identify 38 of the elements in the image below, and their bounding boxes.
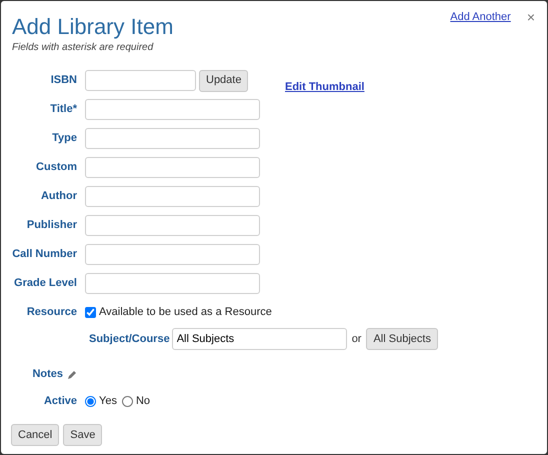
radio-label: Yes (99, 394, 117, 410)
radio-button[interactable] (122, 396, 133, 407)
radio-label: No (136, 394, 150, 410)
text-field[interactable] (85, 244, 260, 265)
pencil-icon[interactable] (67, 370, 77, 380)
field-label: Author (40, 189, 77, 204)
resource-checkbox[interactable] (85, 307, 96, 318)
all-subjects-button[interactable]: All Subjects (366, 328, 438, 350)
field-label: Resource (26, 305, 77, 320)
field-label: Title* (49, 102, 77, 118)
text-field[interactable] (85, 128, 260, 149)
action-button[interactable]: Cancel (11, 424, 60, 446)
or-text: or (352, 332, 362, 347)
close-button[interactable]: × (526, 10, 535, 24)
edit-thumbnail-link[interactable]: Edit Thumbnail (285, 79, 364, 96)
text-field[interactable] (85, 99, 260, 120)
field-label: Publisher (26, 218, 77, 234)
field-label: Active (42, 394, 77, 410)
action-button[interactable]: Save (63, 424, 102, 446)
field-label: Custom (35, 160, 77, 176)
update-button[interactable]: Update (199, 70, 248, 92)
subject-field[interactable]: All Subjects (172, 328, 347, 350)
text-field[interactable] (85, 186, 260, 207)
text-field[interactable] (85, 70, 196, 91)
text-field[interactable] (85, 215, 260, 236)
radio-button[interactable] (85, 396, 96, 407)
dialog-title: Add Library Item (12, 14, 174, 40)
field-label: ISBN (50, 73, 77, 88)
text-field[interactable] (85, 273, 260, 294)
field-label: Grade Level (13, 276, 77, 292)
field-label: Subject/Course (89, 332, 170, 347)
checkbox-label: Available to be used as a Resource (99, 305, 272, 320)
field-label: Type (51, 131, 77, 146)
field-label: Notes (31, 367, 63, 382)
add-another-link[interactable]: Add Another (450, 9, 511, 26)
field-label: Call Number (11, 247, 77, 262)
required-hint: Fields with asterisk are required (12, 41, 154, 55)
text-field[interactable] (85, 157, 260, 178)
